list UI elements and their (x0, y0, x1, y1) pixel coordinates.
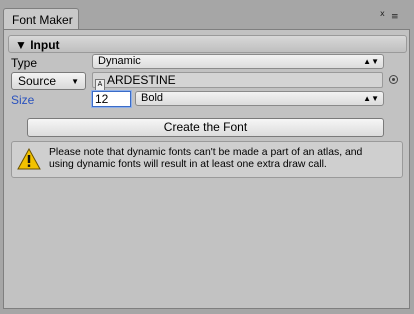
font-maker-panel: ▼ Input Type Dynamic ▲▼ Source ▼ A ARDEST… (3, 29, 410, 309)
help-line-2: using dynamic fonts will result in at le… (49, 159, 327, 170)
help-line-1: Please note that dynamic fonts can't be … (49, 147, 363, 158)
tab-title: Font Maker (12, 13, 73, 27)
source-button[interactable]: Source ▼ (11, 72, 86, 90)
dropdown-arrows-icon: ▲▼ (363, 57, 379, 66)
warning-icon (17, 148, 41, 170)
style-dropdown[interactable]: Bold ▲▼ (135, 91, 384, 106)
type-dropdown[interactable]: Dynamic ▲▼ (92, 54, 384, 69)
font-asset-name: ARDESTINE (107, 73, 176, 87)
type-label: Type (11, 56, 38, 70)
chevron-down-icon: ▼ (71, 77, 79, 86)
size-input[interactable]: 12 (92, 91, 131, 107)
size-label: Size (11, 93, 35, 107)
font-object-field[interactable]: A ARDESTINE (92, 72, 383, 91)
window-menu-icon[interactable]: ≡ (391, 13, 399, 22)
font-asset-icon: A (95, 79, 105, 91)
help-message: Please note that dynamic fonts can't be … (49, 147, 401, 171)
source-button-label: Source (18, 74, 57, 88)
create-font-button[interactable]: Create the Font (27, 118, 384, 137)
style-dropdown-value: Bold (141, 92, 164, 104)
object-picker-icon[interactable] (389, 75, 398, 84)
type-dropdown-value: Dynamic (98, 55, 141, 67)
dropdown-arrows-icon: ▲▼ (363, 94, 379, 103)
help-box: Please note that dynamic fonts can't be … (11, 141, 403, 178)
tab-font-maker[interactable]: Font Maker (3, 8, 79, 29)
close-icon[interactable]: x (380, 9, 385, 18)
input-section-header[interactable]: ▼ Input (8, 35, 407, 53)
